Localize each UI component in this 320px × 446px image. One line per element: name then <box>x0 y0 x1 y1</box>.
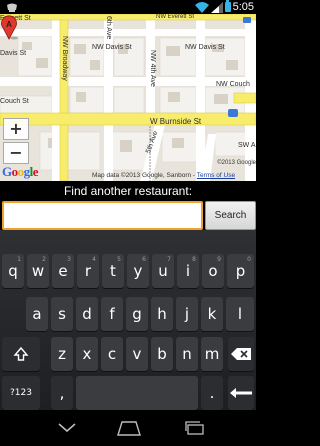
backspace-icon <box>231 348 251 360</box>
spacebar[interactable] <box>76 376 198 410</box>
shift-icon <box>13 346 29 361</box>
key-q[interactable]: q1 <box>2 254 24 288</box>
search-button[interactable]: Search <box>205 201 256 230</box>
street-label-davis: Davis St <box>0 50 27 57</box>
recent-apps-button[interactable] <box>178 418 212 438</box>
key-t[interactable]: t5 <box>102 254 124 288</box>
back-button[interactable] <box>50 418 84 438</box>
key-h[interactable]: h <box>151 297 173 331</box>
terms-of-use-link[interactable]: Terms of Use <box>197 172 235 179</box>
restaurant-search-input[interactable] <box>2 201 203 230</box>
key-n[interactable]: n <box>176 337 198 371</box>
enter-icon <box>230 388 252 398</box>
key-r[interactable]: r4 <box>77 254 99 288</box>
status-time: 5:05 <box>232 1 254 13</box>
key-a[interactable]: a <box>26 297 48 331</box>
back-icon <box>58 423 76 433</box>
home-button[interactable] <box>112 418 146 438</box>
delete-key[interactable] <box>228 337 254 371</box>
zoom-out-button[interactable]: − <box>3 142 29 164</box>
enter-key[interactable] <box>228 376 254 410</box>
period-key[interactable]: . <box>201 376 223 410</box>
key-i[interactable]: i8 <box>177 254 199 288</box>
map-attribution: Map data ©2013 Google, Sanborn - Terms o… <box>92 172 235 179</box>
key-g[interactable]: g <box>126 297 148 331</box>
location-marker-icon[interactable]: A <box>0 14 18 40</box>
symbols-key[interactable]: ?123 <box>2 376 40 410</box>
shift-key[interactable] <box>2 337 40 371</box>
comma-key[interactable]: , <box>51 376 73 410</box>
signal-icon <box>210 1 223 13</box>
key-s[interactable]: s <box>51 297 73 331</box>
street-label-6th-ave: 6th Ave <box>105 16 112 40</box>
soft-keyboard: q1 w2 e3 r4 t5 y6 u7 i8 o9 p0 a s d f g … <box>0 230 256 410</box>
map-background <box>0 14 256 181</box>
wifi-icon <box>194 1 209 13</box>
key-f[interactable]: f <box>101 297 123 331</box>
key-j[interactable]: j <box>176 297 198 331</box>
key-y[interactable]: y6 <box>127 254 149 288</box>
key-l[interactable]: l <box>226 297 254 331</box>
key-c[interactable]: c <box>101 337 123 371</box>
notification-icon <box>7 3 17 12</box>
street-label-couch: Couch St <box>0 98 29 105</box>
key-o[interactable]: o9 <box>202 254 224 288</box>
svg-text:A: A <box>6 20 12 29</box>
status-bar: 5:05 <box>0 0 256 14</box>
street-label-nw-davis-2: NW Davis St <box>185 44 225 51</box>
navigation-bar <box>0 410 256 446</box>
key-x[interactable]: x <box>76 337 98 371</box>
street-label-sw-a: SW A <box>238 142 256 149</box>
key-k[interactable]: k <box>201 297 223 331</box>
street-label-nw-everett: NW Everett St <box>156 14 195 20</box>
key-u[interactable]: u7 <box>152 254 174 288</box>
attribution-text: Map data ©2013 Google, Sanborn - <box>92 172 196 179</box>
street-label-nw-davis-1: NW Davis St <box>92 44 132 51</box>
key-b[interactable]: b <box>151 337 173 371</box>
street-label-nw-broadway: NW Broadway <box>61 36 68 81</box>
key-z[interactable]: z <box>51 337 73 371</box>
battery-icon <box>224 0 231 12</box>
street-label-w-burnside: W Burnside St <box>150 117 202 126</box>
find-restaurant-panel: Find another restaurant: Search <box>0 181 256 230</box>
key-p[interactable]: p0 <box>227 254 254 288</box>
find-restaurant-label: Find another restaurant: <box>63 184 193 198</box>
street-label-nw-couch: NW Couch <box>216 81 250 88</box>
recent-apps-icon <box>185 421 204 435</box>
key-e[interactable]: e3 <box>52 254 74 288</box>
home-icon <box>117 421 141 436</box>
key-m[interactable]: m <box>201 337 223 371</box>
key-d[interactable]: d <box>76 297 98 331</box>
key-w[interactable]: w2 <box>27 254 49 288</box>
zoom-in-button[interactable]: + <box>3 118 29 140</box>
key-v[interactable]: v <box>126 337 148 371</box>
street-label-nw-4th: NW 4th Ave <box>149 50 156 87</box>
map-copyright: ©2013 Google <box>217 160 256 166</box>
google-logo: Google <box>2 164 39 179</box>
map-view[interactable]: Everett St NW Everett St Davis St NW Dav… <box>0 14 256 181</box>
